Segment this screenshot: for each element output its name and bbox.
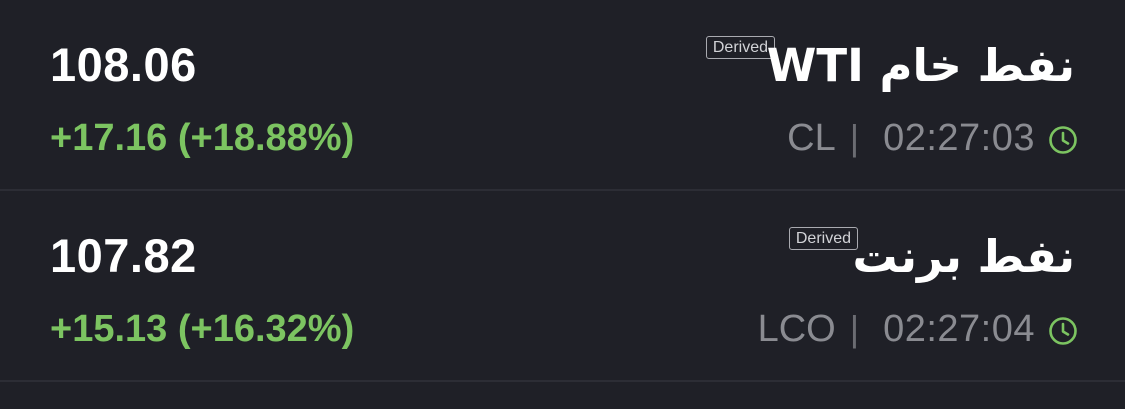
clock-icon (1047, 122, 1079, 154)
derived-badge: Derived (788, 227, 858, 250)
quote-change: +15.13 (+16.32%) (50, 308, 355, 350)
quote-change: +17.16 (+18.88%) (50, 117, 355, 159)
ticker-symbol: LCO (757, 308, 836, 350)
quote-time: 02:27:03 (883, 117, 1035, 159)
quote-time: 02:27:04 (883, 308, 1035, 350)
instrument-name: نفط خام WTI (766, 39, 1075, 92)
instrument-name: نفط برنت (852, 230, 1075, 283)
quote-row-wti[interactable]: 108.06 +17.16 (+18.88%) Derived نفط خام … (0, 0, 1125, 190)
derived-badge: Derived (705, 36, 775, 59)
clock-icon (1047, 313, 1079, 345)
row-divider (0, 380, 1125, 382)
ticker-symbol: CL (787, 117, 836, 159)
quote-meta: LCO | 02:27:04 (758, 307, 1079, 351)
quote-row-brent[interactable]: 107.82 +15.13 (+16.32%) Derived نفط برنت… (0, 191, 1125, 381)
meta-separator: | (849, 308, 860, 349)
quote-meta: CL | 02:27:03 (787, 116, 1079, 160)
meta-separator: | (849, 117, 860, 158)
quote-price: 107.82 (50, 229, 197, 282)
quote-price: 108.06 (50, 38, 197, 91)
